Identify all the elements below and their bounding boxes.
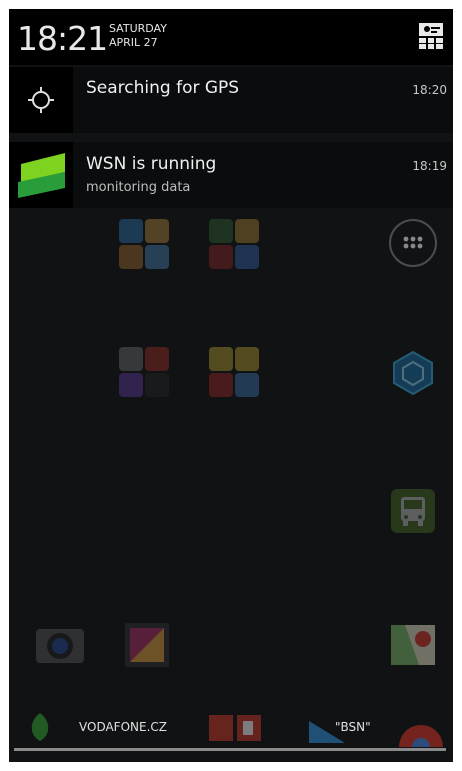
clock-time: 18:21: [17, 19, 108, 58]
quick-settings-icon: [419, 23, 443, 49]
day-label: SATURDAY: [109, 22, 167, 35]
maps-app-icon[interactable]: [389, 621, 437, 669]
notification-wsn[interactable]: WSN is running monitoring data 18:19: [9, 142, 453, 208]
apps-grid-icon: [403, 236, 423, 249]
date-block: SATURDAY APRIL 27: [109, 22, 167, 50]
gps-crosshair-icon: [28, 87, 54, 113]
wsn-logo-icon: [18, 153, 65, 198]
app-folder-1[interactable]: [119, 219, 169, 269]
phone-screen: VODAFONE.CZ "BSN" 18:21 SATURDAY APRIL 2…: [9, 9, 453, 762]
map-icon: [391, 625, 435, 665]
gallery-icon: [125, 623, 169, 667]
quick-settings-button[interactable]: [419, 23, 443, 49]
date-label: APRIL 27: [109, 36, 158, 49]
chrome-app-icon[interactable]: [397, 717, 445, 756]
notification-time: 18:19: [412, 159, 447, 173]
notification-subtitle: monitoring data: [86, 180, 191, 195]
bus-app-icon[interactable]: [389, 487, 437, 535]
social-apps-icon[interactable]: [209, 713, 261, 743]
leaf-icon: [31, 713, 49, 741]
ingress-app-icon[interactable]: [389, 349, 437, 397]
bsn-label: "BSN": [335, 720, 371, 734]
bus-icon: [391, 489, 435, 533]
notification-title: WSN is running: [86, 154, 217, 174]
phone-frame: VODAFONE.CZ "BSN" 18:21 SATURDAY APRIL 2…: [0, 0, 462, 771]
notification-icon-box: [9, 67, 73, 133]
app-folder-4[interactable]: [209, 347, 259, 397]
google-plus-flipboard-icon: [209, 715, 261, 741]
notification-title: Searching for GPS: [86, 78, 240, 98]
notification-header: 18:21 SATURDAY APRIL 27: [9, 9, 453, 65]
chrome-icon: [399, 725, 443, 756]
notification-icon-box: [9, 142, 73, 208]
app-folder-3[interactable]: [119, 347, 169, 397]
hexagon-icon: [393, 350, 433, 396]
camera-icon: [36, 629, 84, 663]
screen-bottom-line: [14, 748, 446, 751]
app-folder-2[interactable]: [209, 219, 259, 269]
gallery-app-icon[interactable]: [123, 621, 171, 669]
carrier-label: VODAFONE.CZ: [79, 720, 168, 734]
all-apps-button[interactable]: [389, 219, 437, 267]
leaf-app-icon[interactable]: [27, 711, 53, 743]
camera-app-icon[interactable]: [34, 621, 84, 669]
notification-gps[interactable]: Searching for GPS 18:20: [9, 67, 453, 133]
notification-time: 18:20: [412, 83, 447, 97]
